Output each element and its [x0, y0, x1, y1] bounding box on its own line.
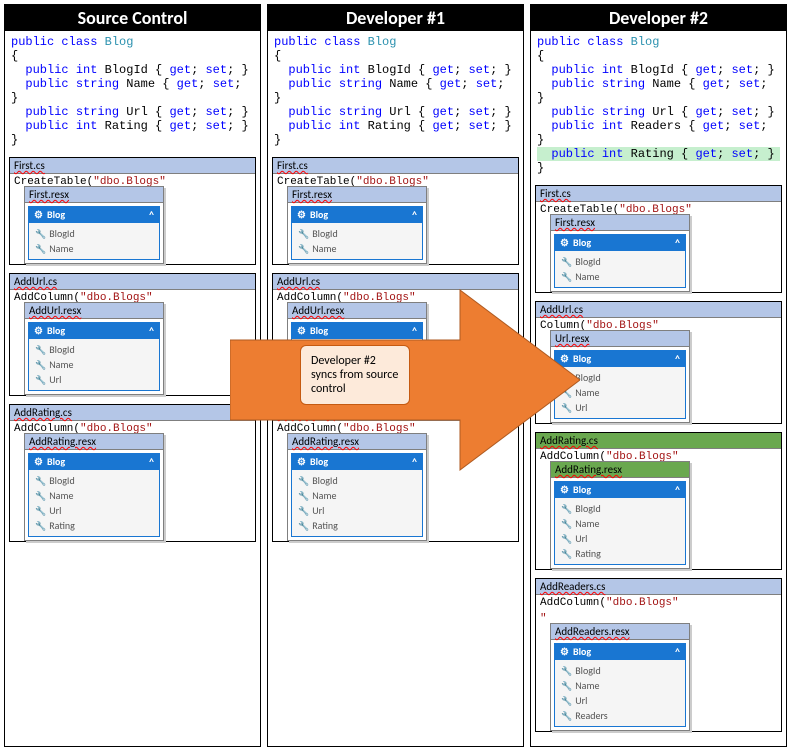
file-first-cs: First.cs CreateTable("dbo.Blogs" First.r…: [535, 185, 782, 293]
file-addurl-resx: AddUrl.resx ⚙Blog^ 🔧BlogId🔧Name🔧Url: [24, 302, 164, 395]
chevron-up-icon: ^: [149, 208, 154, 221]
file-first-resx: First.resx ⚙Blog^ 🔧BlogId🔧Name: [24, 186, 164, 264]
col-header: Developer #2: [531, 5, 786, 31]
file-title: AddUrl.resx: [25, 303, 163, 319]
col-header: Developer #1: [268, 5, 523, 31]
wrench-icon: 🔧: [35, 244, 46, 255]
chevron-up-icon: ^: [149, 455, 154, 468]
file-addreaders-cs: AddReaders.cs AddColumn("dbo.Blogs" " Ad…: [535, 578, 782, 732]
code-block: public class Blog { public int BlogId { …: [5, 31, 260, 151]
file-title: AddUrl.cs: [10, 274, 255, 290]
code-block: public class Blog { public int BlogId { …: [268, 31, 523, 151]
file-addrating-cs: AddRating.cs AddColumn("dbo.Blogs" AddRa…: [9, 404, 256, 542]
file-title: First.cs: [10, 158, 255, 174]
file-addurl-cs: AddUrl.cs AddColumn("dbo.Blogs" AddUrl.r…: [9, 273, 256, 396]
file-first-cs: First.cs CreateTable("dbo.Blogs" First.r…: [272, 157, 519, 265]
file-title: First.resx: [25, 187, 163, 203]
col-source-control: Source Control public class Blog { publi…: [4, 4, 261, 747]
col-header: Source Control: [5, 5, 260, 31]
callout-sync: Developer #2 syncs from source control: [300, 345, 410, 405]
file-addrating-resx: AddRating.resx ⚙Blog^ 🔧BlogId🔧Name🔧Url🔧R…: [24, 433, 164, 541]
file-first-cs: First.cs CreateTable("dbo.Blogs" First.r…: [9, 157, 256, 265]
file-title: AddRating.cs: [10, 405, 255, 421]
class-icon: ⚙: [34, 324, 43, 337]
class-icon: ⚙: [34, 208, 43, 221]
code-block: public class Blog { public int BlogId { …: [531, 31, 786, 179]
class-icon: ⚙: [34, 455, 43, 468]
file-title: AddRating.resx: [25, 434, 163, 450]
chevron-up-icon: ^: [149, 324, 154, 337]
wrench-icon: 🔧: [35, 229, 46, 240]
